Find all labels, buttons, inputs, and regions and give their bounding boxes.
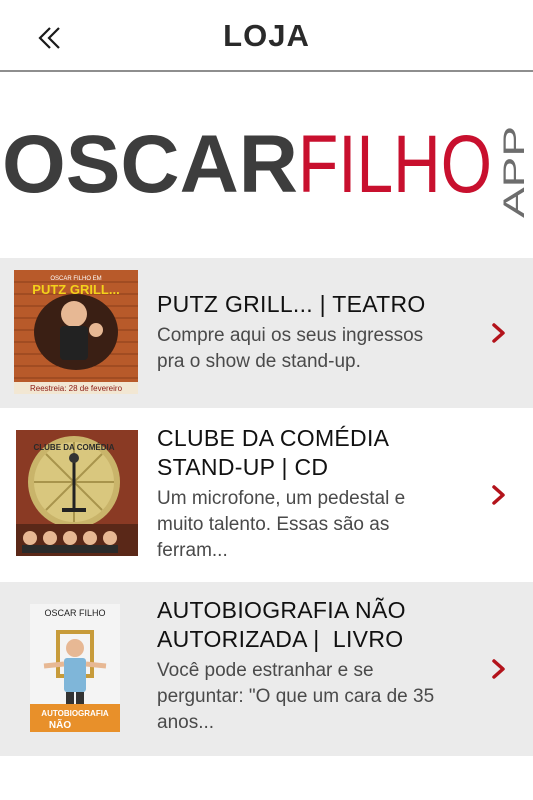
product-list: OSCAR FILHO EM PUTZ GRILL... Reestreia: …: [0, 258, 533, 756]
item-title-line: AUTOBIOGRAFIA NÃO: [157, 597, 406, 623]
list-item-clube-da-comedia[interactable]: CLUBE DA COMÉDIA CLUBE DA COMÉDIA STAND-…: [0, 408, 533, 582]
back-button[interactable]: [30, 20, 70, 56]
thumb-text: PUTZ GRILL...: [32, 282, 119, 297]
list-item-autobiografia[interactable]: OSCAR FILHO AUTOBIOGRAFIA NÃO AUTOBIOGRA…: [0, 582, 533, 756]
item-texts: PUTZ GRILL... | TEATRO Compre aqui os se…: [157, 290, 475, 375]
item-title: CLUBE DA COMÉDIA STAND-UP | CD: [157, 424, 475, 482]
thumb-caption: Reestreia: 28 de fevereiro: [30, 384, 123, 393]
item-title: PUTZ GRILL... | TEATRO: [157, 290, 475, 319]
thumb-text: OSCAR FILHO: [44, 608, 105, 618]
item-title-line: STAND-UP | CD: [157, 454, 329, 480]
thumb-text: CLUBE DA COMÉDIA: [33, 443, 114, 452]
chevron-right-icon: [489, 657, 509, 681]
item-description-line: muito talento. Essas são as: [157, 514, 390, 535]
item-title-line: PUTZ GRILL... | TEATRO: [157, 291, 426, 317]
logo-text-app: APP: [498, 126, 531, 218]
brand-logo: OSCAR FILHO APP: [0, 118, 533, 228]
double-chevron-left-icon: [38, 27, 60, 49]
thumb-text: NÃO: [49, 718, 71, 731]
thumb-text: AUTOBIOGRAFIA: [41, 709, 109, 718]
chevron-right-icon: [489, 321, 509, 345]
chevron-right-icon: [489, 483, 509, 507]
item-description: Você pode estranhar e se perguntar: "O q…: [157, 658, 475, 736]
logo-text-filho: FILHO: [298, 119, 492, 210]
product-thumbnail: CLUBE DA COMÉDIA: [16, 430, 138, 556]
list-item-putz-grill[interactable]: OSCAR FILHO EM PUTZ GRILL... Reestreia: …: [0, 258, 533, 408]
page-title: LOJA: [223, 18, 310, 53]
item-description-line: ferram...: [157, 540, 228, 561]
item-title-line: AUTORIZADA | LIVRO: [157, 626, 404, 652]
item-description-line: pra o show de stand-up.: [157, 351, 361, 372]
item-title: AUTOBIOGRAFIA NÃO AUTORIZADA | LIVRO: [157, 596, 475, 654]
item-title-line: CLUBE DA COMÉDIA: [157, 425, 390, 451]
item-description-line: Você pode estranhar e se: [157, 660, 374, 681]
top-bar: LOJA: [0, 0, 533, 72]
item-description-line: anos...: [157, 712, 215, 733]
item-description: Compre aqui os seus ingressos pra o show…: [157, 323, 475, 375]
item-texts: CLUBE DA COMÉDIA STAND-UP | CD Um microf…: [157, 424, 475, 564]
item-description: Um microfone, um pedestal e muito talent…: [157, 486, 475, 564]
product-thumbnail: OSCAR FILHO AUTOBIOGRAFIA NÃO: [30, 604, 120, 732]
logo-text-oscar: OSCAR: [2, 119, 298, 210]
item-description-line: Compre aqui os seus ingressos: [157, 325, 424, 346]
item-texts: AUTOBIOGRAFIA NÃO AUTORIZADA | LIVRO Voc…: [157, 596, 475, 736]
item-description-line: perguntar: "O que um cara de 35: [157, 686, 435, 707]
product-thumbnail: OSCAR FILHO EM PUTZ GRILL... Reestreia: …: [14, 270, 138, 394]
item-description-line: Um microfone, um pedestal e: [157, 488, 406, 509]
